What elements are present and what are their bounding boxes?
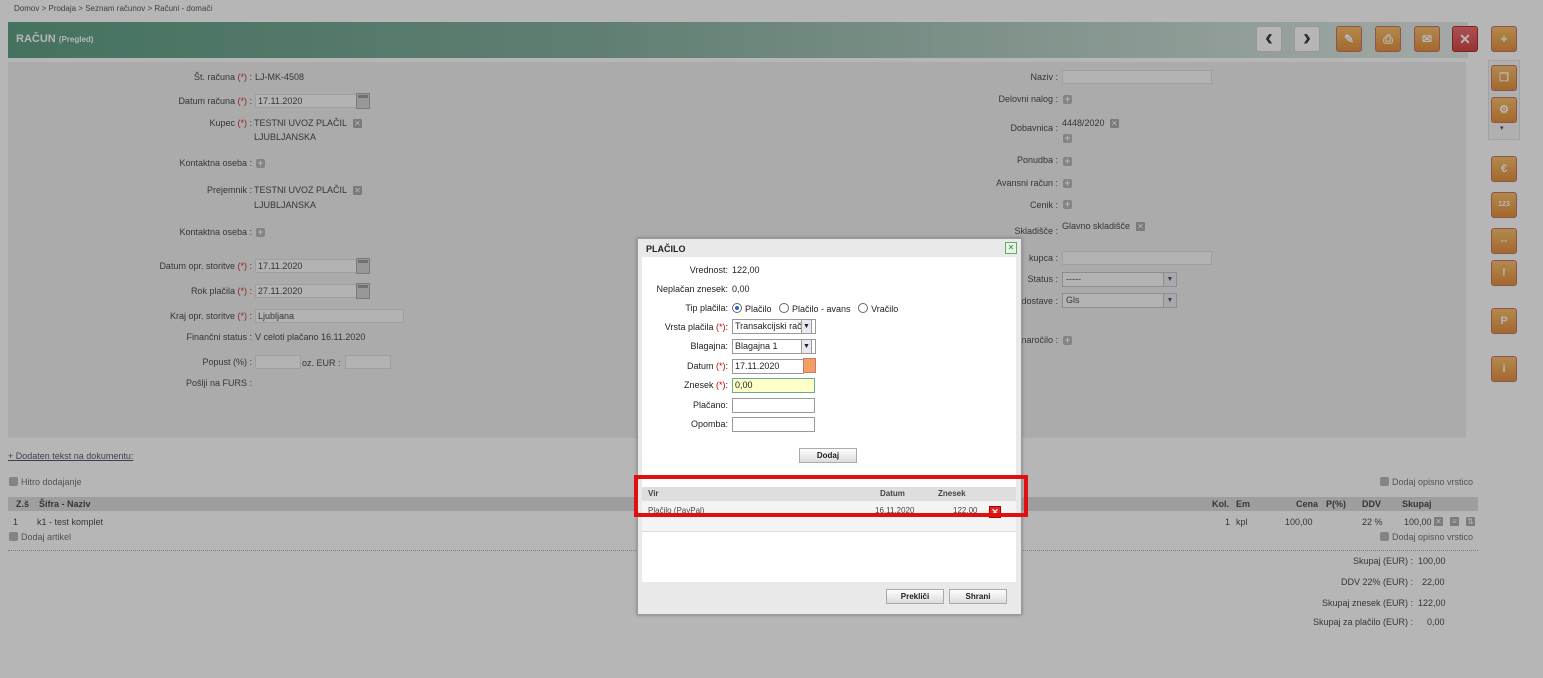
cancel-button[interactable]: Prekliči [886,589,944,604]
placano-label: Plačano: [692,400,728,410]
radio-checked-icon [732,303,742,313]
save-button[interactable]: Shrani [949,589,1007,604]
opomba-label: Opomba: [690,419,728,429]
vrednost-label: Vrednost: [689,265,728,275]
znesek-label: Znesek (*): [683,380,728,390]
highlight-box [634,475,1028,517]
vrednost-value: 122,00 [732,265,760,275]
placano-field[interactable] [732,398,815,413]
znesek-field[interactable]: 0,00 [732,378,815,393]
neplacan-label: Neplačan znesek: [656,284,728,294]
dodaj-button[interactable]: Dodaj [799,448,857,463]
blagajna-label: Blagajna: [690,341,728,351]
tip-placila-label: Tip plačila: [685,303,728,313]
radio-icon [858,303,869,313]
payment-dialog: PLAČILO ✕ Vrednost: 122,00 Neplačan znes… [637,238,1022,615]
dialog-header: PLAČILO ✕ [638,239,1021,257]
chevron-down-icon[interactable]: ▼ [801,319,812,334]
calendar-icon[interactable] [803,358,816,373]
opomba-field[interactable] [732,417,815,432]
vrsta-placila-label: Vrsta plačila (*): [664,322,728,332]
datum-field[interactable]: 17.11.2020 [732,359,804,374]
chevron-down-icon[interactable]: ▼ [801,339,812,354]
tip-placila-radios: Plačilo Plačilo - avans Vračilo [732,303,898,314]
radio-placilo[interactable]: Plačilo [732,303,772,314]
radio-icon [779,303,790,313]
datum-label: Datum (*): [686,361,728,371]
neplacan-value: 0,00 [732,284,750,294]
dialog-title: PLAČILO [646,244,686,254]
radio-avans[interactable]: Plačilo - avans [779,303,851,314]
dialog-body: Vrednost: 122,00 Neplačan znesek: 0,00 T… [642,257,1016,582]
close-icon[interactable]: ✕ [1005,242,1017,254]
radio-vracilo[interactable]: Vračilo [858,303,898,314]
